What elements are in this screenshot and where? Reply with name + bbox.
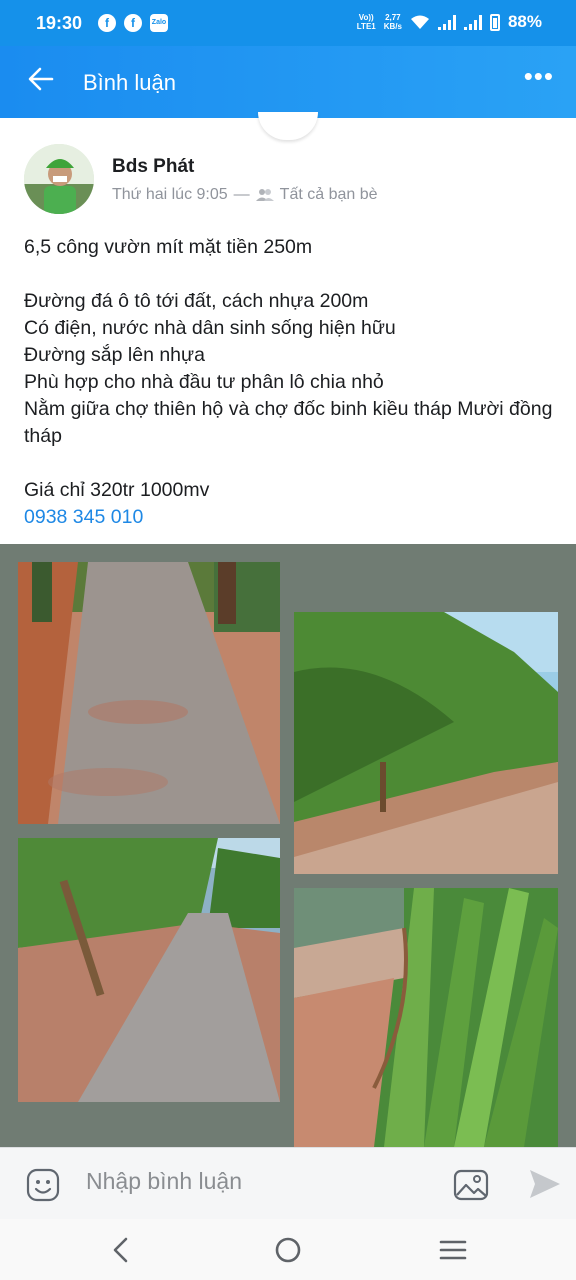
nav-back-icon[interactable] (106, 1235, 136, 1265)
post-line: 6,5 công vườn mít mặt tiền 250m (24, 236, 313, 258)
post-timestamp: Thứ hai lúc 9:05 (112, 186, 228, 203)
post-line (24, 450, 564, 477)
image-icon[interactable] (453, 1167, 489, 1203)
signal-icon (463, 14, 482, 30)
post-author[interactable]: Bds Phát (112, 156, 194, 178)
post-line: Đường đá ô tô tới đất, cách nhựa 200m (24, 290, 369, 312)
photo-gallery (0, 544, 576, 1147)
post-audience: Tất cả bạn bè (279, 186, 378, 203)
notification-icons: f f Zalo (98, 14, 168, 32)
nav-home-icon[interactable] (273, 1235, 303, 1265)
post-line: Phù hợp cho nhà đầu tư phân lô chia nhỏ (24, 371, 384, 393)
post-line: Đường sắp lên nhựa (24, 344, 205, 366)
post-content: 6,5 công vườn mít mặt tiền 250m Đường đá… (24, 234, 564, 531)
photo-road-2[interactable] (294, 612, 558, 874)
photo-road-3[interactable] (18, 838, 280, 1102)
phone-link[interactable]: 0938 345 010 (24, 504, 564, 531)
wifi-icon (410, 15, 429, 29)
pull-handle (258, 112, 318, 140)
network-speed: 2,77 KB/s (383, 13, 402, 31)
facebook-icon: f (124, 14, 142, 32)
comment-input[interactable]: Nhập bình luận (86, 1168, 242, 1195)
post-line: Có điện, nước nhà dân sinh sống hiện hữu (24, 317, 396, 339)
comment-composer: Nhập bình luận (0, 1147, 576, 1220)
post-line: Nằm giữa chợ thiên hộ và chợ đốc binh ki… (24, 398, 553, 447)
battery-icon (489, 13, 500, 31)
nav-menu-icon[interactable] (438, 1235, 468, 1265)
facebook-icon: f (98, 14, 116, 32)
post-line: Giá chỉ 320tr 1000mv (24, 479, 210, 501)
post-meta: Thứ hai lúc 9:05 — Tất cả bạn bè (112, 186, 378, 204)
photo-grass[interactable] (294, 888, 558, 1147)
meta-separator: — (233, 186, 250, 203)
friends-icon (255, 189, 274, 201)
battery-percent: 88% (507, 12, 542, 31)
send-icon[interactable] (528, 1167, 562, 1201)
status-indicators: Vo)) LTE1 2,77 KB/s 88% (357, 12, 542, 32)
network-label: Vo)) LTE1 (356, 13, 376, 31)
signal-icon (437, 14, 456, 30)
post-line (24, 261, 564, 288)
more-options-icon[interactable]: ••• (524, 63, 554, 89)
zalo-icon: Zalo (150, 14, 168, 32)
status-time: 19:30 (36, 13, 83, 33)
status-bar: 19:30 f f Zalo Vo)) LTE1 2,77 KB/s 88% (0, 0, 576, 46)
emoji-icon[interactable] (26, 1168, 60, 1202)
system-nav-bar (0, 1219, 576, 1280)
photo-road-1[interactable] (18, 562, 280, 824)
app-bar: Bình luận ••• (0, 46, 576, 118)
page-title: Bình luận (83, 70, 176, 95)
avatar[interactable] (24, 144, 94, 214)
arrow-left-icon[interactable] (26, 64, 56, 94)
